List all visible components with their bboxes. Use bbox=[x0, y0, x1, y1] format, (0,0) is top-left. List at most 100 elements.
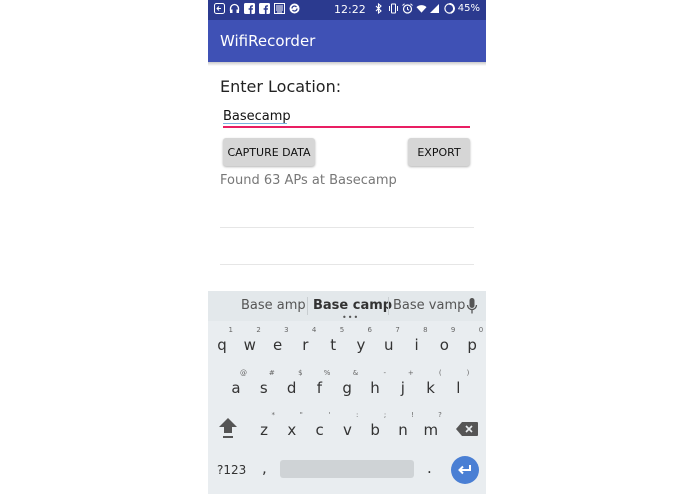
app-bar: WifiRecorder bbox=[208, 20, 486, 62]
key-label: g bbox=[342, 379, 352, 397]
key-m[interactable]: ? m bbox=[420, 411, 442, 443]
key-label: u bbox=[384, 336, 394, 354]
location-label: Enter Location: bbox=[220, 77, 342, 96]
soft-keyboard: Base amp Base camp Base vamp ••• 1q2w3e4… bbox=[208, 291, 486, 494]
key-z[interactable]: * z bbox=[253, 411, 276, 443]
key-o[interactable]: 9o bbox=[433, 326, 456, 358]
location-input[interactable] bbox=[223, 106, 470, 128]
key-hint: " bbox=[299, 411, 303, 419]
key-label: k bbox=[426, 379, 435, 397]
facebook-icon bbox=[259, 3, 270, 14]
key-label: r bbox=[302, 336, 309, 354]
key-label: b bbox=[370, 421, 380, 439]
key-hint: 5 bbox=[339, 326, 345, 334]
more-suggestions-icon[interactable]: ••• bbox=[342, 314, 359, 322]
key-hint: 9 bbox=[450, 326, 456, 334]
enter-key-icon[interactable] bbox=[451, 456, 479, 484]
vibrate-icon bbox=[388, 3, 399, 14]
suggestion-divider bbox=[388, 297, 389, 315]
key-label: f bbox=[316, 379, 323, 397]
wifi-icon bbox=[416, 3, 427, 14]
list-divider bbox=[220, 264, 474, 265]
key-hint: 6 bbox=[367, 326, 372, 334]
key-hint: 1 bbox=[228, 326, 233, 334]
key-label: v bbox=[342, 421, 352, 439]
key-v[interactable]: :v bbox=[336, 411, 359, 443]
back-arrow-icon bbox=[214, 3, 225, 14]
key-g[interactable]: & g bbox=[336, 369, 359, 401]
capture-data-button[interactable]: CAPTURE DATA bbox=[223, 138, 315, 166]
key-label: s bbox=[259, 379, 268, 397]
keyboard-icon bbox=[274, 3, 285, 14]
spellcheck-underline bbox=[223, 123, 287, 124]
key-d[interactable]: $ d bbox=[281, 369, 303, 401]
key-label: x bbox=[287, 421, 297, 439]
key-hint: : bbox=[356, 411, 359, 419]
shift-key-icon[interactable] bbox=[217, 416, 239, 440]
key-q[interactable]: 1q bbox=[211, 326, 233, 358]
key-label: j bbox=[400, 379, 405, 397]
key-e[interactable]: 3e bbox=[267, 326, 289, 358]
key-hint: - bbox=[383, 369, 386, 377]
key-p[interactable]: 0p bbox=[461, 326, 483, 358]
key-k[interactable]: (k bbox=[420, 369, 442, 401]
sync-icon bbox=[289, 3, 300, 14]
list-divider bbox=[220, 227, 474, 228]
key-a[interactable]: @ a bbox=[225, 369, 247, 401]
key-c[interactable]: ' c bbox=[309, 411, 331, 443]
suggestion-left[interactable]: Base amp bbox=[241, 298, 306, 313]
key-u[interactable]: 7u bbox=[378, 326, 400, 358]
key-label: l bbox=[456, 379, 461, 397]
key-i[interactable]: 8i bbox=[406, 326, 428, 358]
key-hint: * bbox=[271, 411, 276, 419]
key-hint: $ bbox=[298, 369, 303, 377]
key-hint: ) bbox=[466, 369, 470, 377]
key-hint: # bbox=[268, 369, 275, 377]
symbols-key[interactable]: ?123 bbox=[217, 463, 246, 477]
status-bar: 12:22 45% bbox=[208, 0, 486, 20]
key-l[interactable]: ) l bbox=[447, 369, 470, 401]
key-r[interactable]: 4r bbox=[294, 326, 316, 358]
key-hint: 8 bbox=[423, 326, 428, 334]
backspace-key-icon[interactable] bbox=[456, 421, 478, 436]
key-label: e bbox=[272, 336, 283, 354]
app-title: WifiRecorder bbox=[220, 32, 316, 50]
key-hint: & bbox=[352, 369, 359, 377]
period-key[interactable]: . bbox=[427, 459, 432, 477]
suggestion-divider bbox=[307, 297, 308, 315]
key-label: t bbox=[330, 336, 337, 354]
status-time: 12:22 bbox=[334, 3, 366, 16]
suggestion-right[interactable]: Base vamp bbox=[393, 298, 465, 313]
microphone-icon[interactable] bbox=[466, 297, 478, 315]
key-hint: ' bbox=[328, 411, 331, 419]
key-label: q bbox=[217, 336, 227, 354]
key-hint: ( bbox=[438, 369, 442, 377]
key-b[interactable]: ; b bbox=[364, 411, 386, 443]
key-j[interactable]: + j bbox=[392, 369, 414, 401]
alarm-icon bbox=[401, 3, 413, 14]
key-t[interactable]: 5t bbox=[322, 326, 345, 358]
key-label: m bbox=[423, 421, 439, 439]
key-label: h bbox=[370, 379, 380, 397]
key-h[interactable]: -h bbox=[364, 369, 386, 401]
key-label: d bbox=[286, 379, 297, 397]
key-label: n bbox=[398, 421, 408, 439]
status-right-icons: 45% bbox=[374, 3, 480, 14]
headphones-icon bbox=[229, 3, 240, 14]
export-button[interactable]: EXPORT bbox=[408, 138, 470, 166]
key-n[interactable]: ! n bbox=[392, 411, 414, 443]
key-w[interactable]: 2w bbox=[239, 326, 261, 358]
key-y[interactable]: 6y bbox=[350, 326, 372, 358]
key-hint: ? bbox=[438, 411, 442, 419]
key-f[interactable]: % f bbox=[308, 369, 331, 401]
app-bar-shadow bbox=[208, 62, 486, 66]
suggestion-center[interactable]: Base camp bbox=[313, 298, 392, 313]
bluetooth-icon bbox=[374, 3, 385, 14]
key-s[interactable]: # s bbox=[253, 369, 275, 401]
key-hint: 7 bbox=[395, 326, 400, 334]
comma-key[interactable]: , bbox=[262, 459, 267, 477]
phone-screen: 12:22 45% WifiRecorder Enter Location: B… bbox=[208, 0, 486, 494]
key-x[interactable]: " x bbox=[281, 411, 303, 443]
space-bar[interactable] bbox=[280, 460, 414, 478]
key-label: w bbox=[243, 336, 256, 354]
